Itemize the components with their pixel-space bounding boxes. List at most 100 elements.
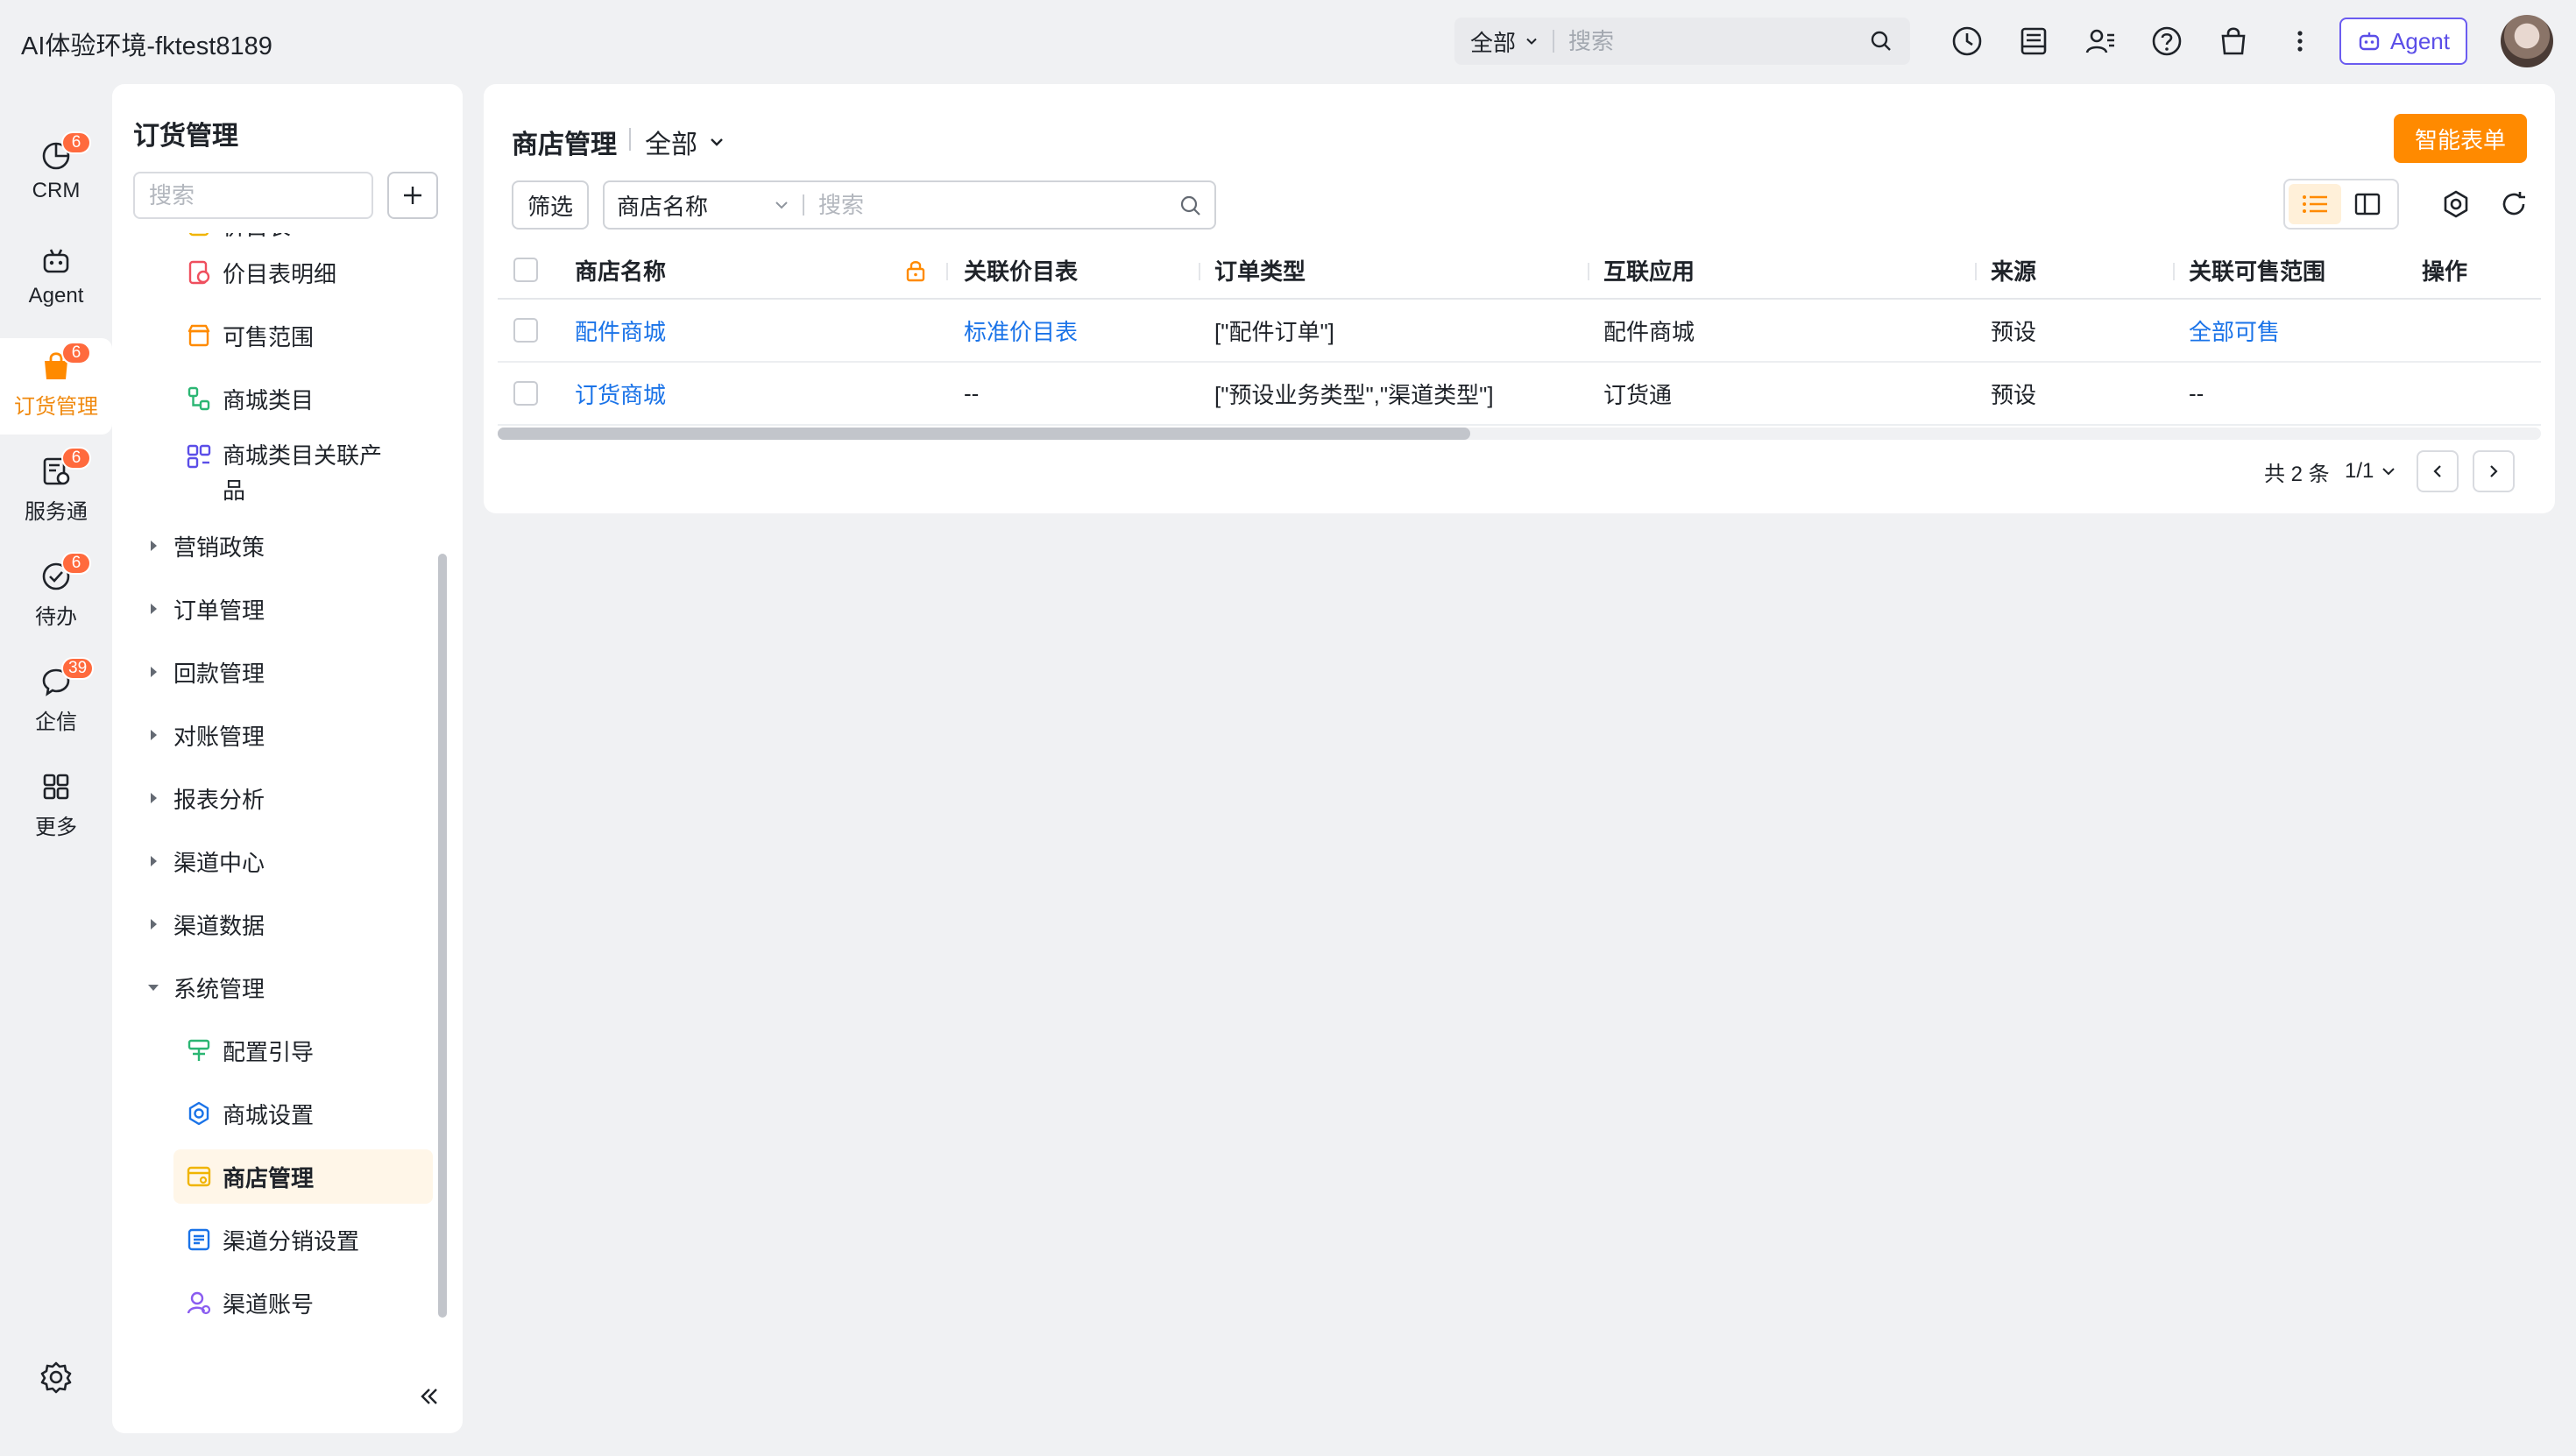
divider — [803, 194, 804, 216]
nav-group-channel-center[interactable]: 渠道中心 — [144, 834, 433, 888]
table-row[interactable]: 配件商城 标准价目表 ["配件订单"] 配件商城 预设 全部可售 — [498, 300, 2541, 363]
rail-item-agent[interactable]: Agent — [0, 233, 112, 329]
nav-group-marketing[interactable]: 营销政策 — [144, 519, 433, 573]
search-scope-select[interactable]: 全部 — [1470, 25, 1539, 58]
nav-item-sale-range[interactable]: 可售范围 — [173, 308, 433, 363]
rail-item-service[interactable]: 6 服务通 — [0, 443, 112, 540]
nav-panel: 订货管理 价目表 价目表明细 可售范围 商城类目 商城类目关联产品 营销政策 — [112, 84, 463, 1433]
chevron-left-icon — [2433, 465, 2441, 477]
inbox-icon[interactable] — [2017, 25, 2050, 58]
column-header-order-type[interactable]: 订单类型 — [1214, 242, 1306, 298]
nav-group-channel-data[interactable]: 渠道数据 — [144, 897, 433, 951]
rail-item-label: 更多 — [35, 816, 77, 839]
nav-search-input[interactable] — [133, 172, 373, 219]
page-select[interactable]: 1/1 — [2345, 450, 2396, 492]
app-title: AI体验环境-fktest8189 — [21, 32, 272, 60]
shopping-bag-icon[interactable] — [2217, 25, 2250, 58]
global-search[interactable]: 全部 — [1454, 18, 1910, 65]
rail-item-messenger[interactable]: 39 企信 — [0, 654, 112, 750]
nav-item-config-guide[interactable]: 配置引导 — [173, 1023, 433, 1078]
nav-item-label: 商城设置 — [223, 1101, 315, 1128]
nav-group-reconciliation[interactable]: 对账管理 — [144, 708, 433, 762]
prev-page-button[interactable] — [2417, 450, 2459, 492]
rail-item-ordering[interactable]: 6 订货管理 — [0, 338, 112, 435]
contacts-icon[interactable] — [2084, 25, 2117, 58]
user-avatar[interactable] — [2501, 15, 2553, 67]
search-icon[interactable] — [1870, 30, 1893, 53]
column-header-source[interactable]: 来源 — [1991, 242, 2036, 298]
nav-group-label: 渠道中心 — [173, 849, 265, 876]
column-header-sale-range[interactable]: 关联可售范围 — [2189, 242, 2325, 298]
row-checkbox[interactable] — [513, 300, 538, 361]
table-search-input[interactable] — [818, 191, 1151, 219]
nav-item-channel-account[interactable]: 渠道账号 — [173, 1276, 433, 1330]
rail-item-label: 服务通 — [25, 500, 88, 524]
more-vertical-icon[interactable] — [2283, 25, 2317, 58]
view-mode-toggle[interactable] — [2283, 179, 2399, 230]
price-list-link[interactable]: 标准价目表 — [964, 300, 1078, 361]
nav-group-system[interactable]: 系统管理 — [144, 960, 433, 1014]
add-button[interactable] — [387, 172, 438, 219]
settings-gear-icon[interactable] — [2441, 189, 2471, 219]
nav-group-label: 系统管理 — [173, 975, 265, 1002]
nav-group-orders[interactable]: 订单管理 — [144, 582, 433, 636]
rail-item-label: 待办 — [35, 605, 77, 629]
nav-scrollbar[interactable] — [438, 554, 447, 1318]
shop-range-icon — [188, 324, 210, 347]
price-detail-icon — [188, 260, 210, 285]
double-chevron-left-icon[interactable] — [415, 1382, 443, 1410]
nav-item-distribution-settings[interactable]: 渠道分销设置 — [173, 1212, 433, 1267]
chevron-down-icon — [2382, 468, 2396, 476]
search-field-select[interactable]: 商店名称 — [617, 189, 766, 222]
split-view-icon — [2354, 193, 2381, 216]
search-icon[interactable] — [1179, 194, 1202, 217]
caret-right-icon — [151, 541, 157, 551]
refresh-icon[interactable] — [2499, 189, 2529, 219]
nav-item-category-products[interactable]: 商城类目关联产品 — [173, 428, 433, 506]
select-all-checkbox[interactable] — [513, 242, 538, 298]
clock-icon[interactable] — [1950, 25, 1984, 58]
row-checkbox[interactable] — [513, 363, 538, 424]
chevron-down-icon[interactable] — [773, 196, 790, 214]
rail-item-more[interactable]: 更多 — [0, 759, 112, 855]
scrollbar-thumb[interactable] — [498, 428, 1470, 440]
view-scope-select[interactable]: 全部 — [645, 123, 725, 161]
sale-range-link[interactable]: 全部可售 — [2189, 300, 2280, 361]
settings-gear-icon[interactable] — [39, 1360, 74, 1395]
agent-button-label: Agent — [2390, 27, 2450, 54]
app-cell: 配件商城 — [1603, 318, 1695, 345]
rail-item-todo[interactable]: 6 待办 — [0, 548, 112, 645]
list-view-option[interactable] — [2289, 184, 2341, 224]
grid-icon — [43, 774, 69, 800]
rail-item-label: Agent — [28, 284, 84, 307]
table-search[interactable]: 商店名称 — [603, 180, 1216, 230]
table-row[interactable]: 订货商城 -- ["预设业务类型","渠道类型"] 订货通 预设 -- — [498, 363, 2541, 426]
split-view-option[interactable] — [2341, 184, 2394, 224]
smart-form-button[interactable]: 智能表单 — [2394, 114, 2527, 163]
nav-item-price-detail[interactable]: 价目表明细 — [173, 245, 433, 300]
column-header-price-list[interactable]: 关联价目表 — [964, 242, 1078, 298]
caret-right-icon — [151, 919, 157, 929]
plus-icon — [404, 187, 421, 204]
store-name-link[interactable]: 订货商城 — [575, 363, 666, 424]
store-name-link[interactable]: 配件商城 — [575, 300, 666, 361]
horizontal-scrollbar[interactable] — [498, 428, 2541, 440]
nav-item-mall-settings[interactable]: 商城设置 — [173, 1086, 433, 1141]
nav-item-mall-category[interactable]: 商城类目 — [173, 371, 433, 426]
column-header-app[interactable]: 互联应用 — [1603, 242, 1695, 298]
robot-icon — [43, 249, 69, 273]
help-icon[interactable] — [2150, 25, 2183, 58]
rail-item-crm[interactable]: 6 CRM — [0, 128, 112, 224]
nav-item-store-management[interactable]: 商店管理 — [173, 1149, 433, 1204]
agent-button[interactable]: Agent — [2339, 18, 2467, 65]
robot-icon — [2359, 32, 2380, 51]
notification-badge: 6 — [61, 447, 91, 470]
nav-group-reports[interactable]: 报表分析 — [144, 771, 433, 825]
main-panel: 商店管理 全部 智能表单 筛选 商店名称 商店名称 关联价目表 订单类型 — [484, 84, 2555, 513]
nav-group-payments[interactable]: 回款管理 — [144, 645, 433, 699]
next-page-button[interactable] — [2473, 450, 2515, 492]
global-search-input[interactable] — [1568, 27, 1850, 55]
rail-item-label: CRM — [32, 179, 81, 202]
filter-button[interactable]: 筛选 — [512, 180, 589, 230]
column-header-store-name[interactable]: 商店名称 — [575, 242, 666, 298]
